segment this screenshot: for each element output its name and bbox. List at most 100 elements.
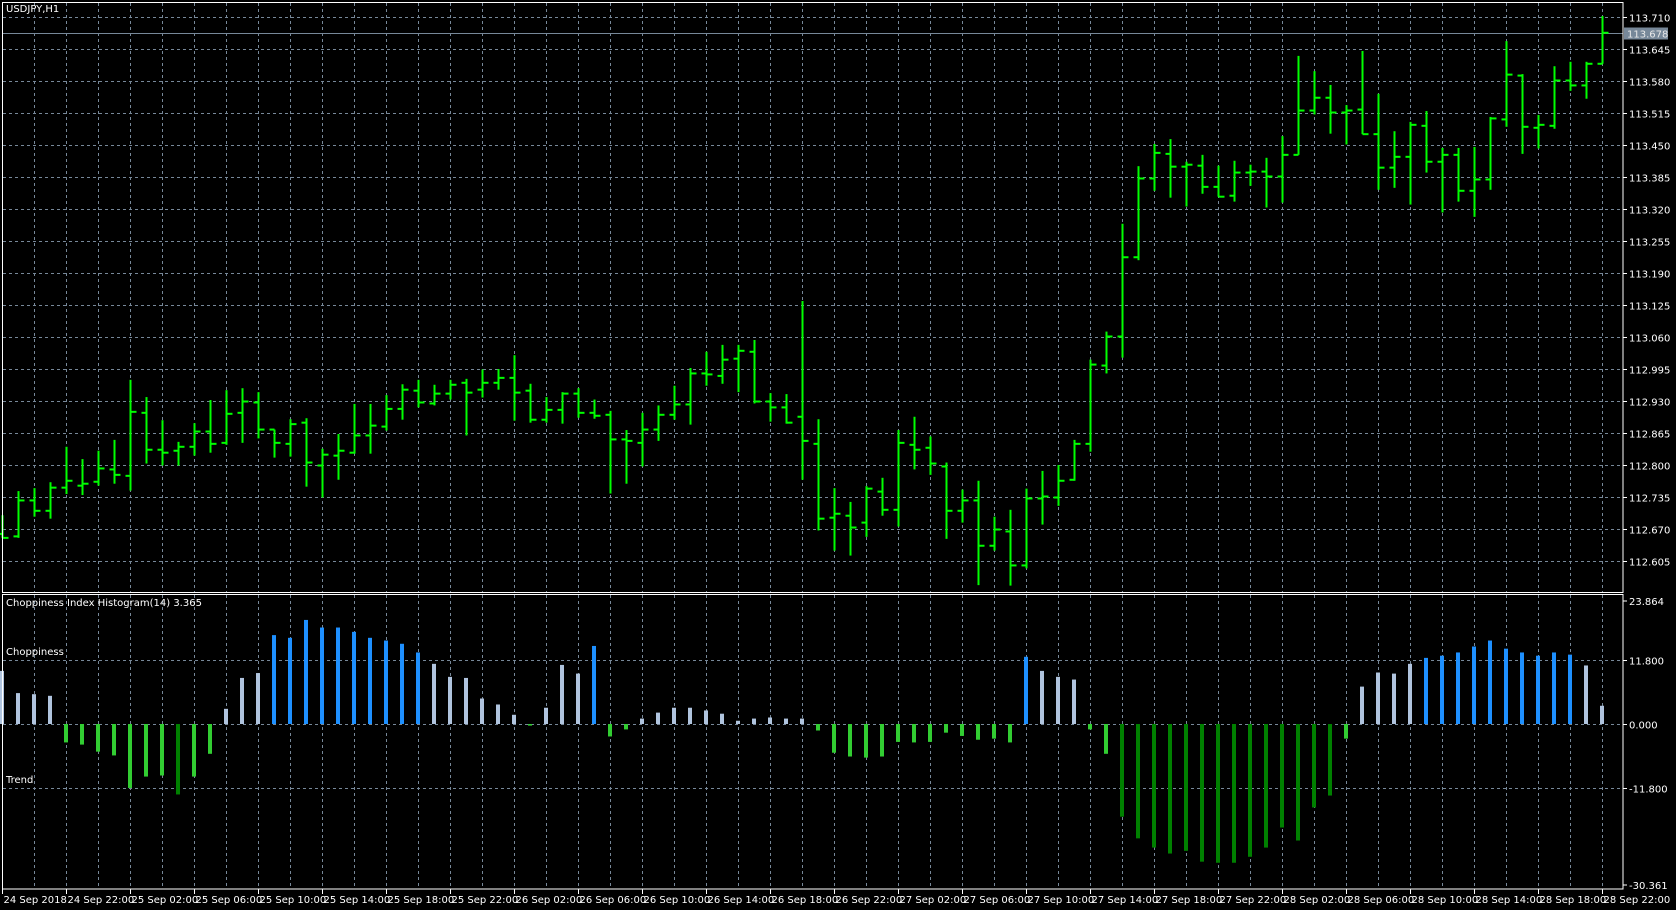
time-axis-label: 26 Sep 10:00 xyxy=(644,895,711,906)
ohlc-bar xyxy=(29,488,41,517)
axes: 113.710 113.645 113.580 113.515 113.450 113.3… xyxy=(2,2,1671,906)
ohlc-bar xyxy=(1341,105,1353,145)
ohlc-bar xyxy=(1357,50,1369,136)
ohlc-bar xyxy=(173,441,185,466)
histogram-bar xyxy=(1104,724,1108,754)
ohlc-bar xyxy=(1549,66,1561,129)
histogram-bar xyxy=(384,640,388,724)
histogram-bar xyxy=(496,704,500,724)
ohlc-bar xyxy=(189,423,201,456)
time-axis-label: 25 Sep 10:00 xyxy=(260,895,327,906)
ohlc-bar xyxy=(1037,470,1049,525)
histogram-bar xyxy=(560,664,564,724)
time-axis-label: 27 Sep 10:00 xyxy=(1028,895,1095,906)
ohlc-bar xyxy=(221,390,233,445)
price-axis-label: 112.930 xyxy=(1629,398,1670,409)
histogram-bar xyxy=(320,627,324,724)
ohlc-bar xyxy=(765,393,777,422)
ohlc-bar xyxy=(109,439,121,484)
ohlc-bar xyxy=(733,344,745,393)
histogram-bar xyxy=(256,673,260,724)
histogram-bar xyxy=(1568,654,1572,724)
histogram-bar xyxy=(432,663,436,724)
histogram-bar xyxy=(1472,646,1476,724)
ohlc-bar xyxy=(605,410,617,494)
histogram-bar xyxy=(352,631,356,724)
histogram-bar xyxy=(160,724,164,776)
ohlc-bar xyxy=(1149,144,1161,191)
time-axis-label: 28 Sep 02:00 xyxy=(1284,895,1351,906)
ohlc-bar xyxy=(1229,160,1241,202)
histogram-bar xyxy=(688,707,692,724)
histogram-bar xyxy=(32,694,36,724)
histogram-bar xyxy=(864,724,868,758)
histogram-bar xyxy=(1600,705,1604,724)
histogram-bar xyxy=(896,724,900,742)
histogram-bar xyxy=(656,712,660,724)
histogram-bar xyxy=(416,652,420,724)
price-axis-label: 113.060 xyxy=(1629,334,1670,345)
histogram-bar xyxy=(880,724,884,757)
ohlc-bar xyxy=(797,301,809,480)
price-axis-label: 113.645 xyxy=(1629,46,1670,57)
ohlc-bar xyxy=(1437,147,1449,213)
indicator-axis-label: -11.800 xyxy=(1629,785,1668,796)
time-axis-label: 28 Sep 06:00 xyxy=(1348,895,1415,906)
histogram-bar xyxy=(576,673,580,724)
histogram-bar xyxy=(1552,652,1556,724)
histogram-bar xyxy=(816,724,820,731)
ohlc-bar xyxy=(1565,61,1577,91)
main-panel-frame xyxy=(2,2,1624,593)
ohlc-bar xyxy=(253,392,265,439)
ohlc-bar xyxy=(445,379,457,400)
histogram-bar xyxy=(800,718,804,724)
ohlc-bar xyxy=(717,344,729,384)
histogram-bar xyxy=(624,724,628,730)
ohlc-bar xyxy=(1325,84,1337,134)
histogram-bar xyxy=(64,724,68,743)
histogram-bar xyxy=(1536,655,1540,724)
time-axis-label: 26 Sep 14:00 xyxy=(708,895,775,906)
ohlc-bar xyxy=(1517,74,1529,154)
price-axis-label: 112.800 xyxy=(1629,462,1670,473)
time-axis-label: 26 Sep 22:00 xyxy=(836,895,903,906)
time-axis-label: 28 Sep 14:00 xyxy=(1476,895,1543,906)
histogram-bar xyxy=(1360,686,1364,724)
trading-chart[interactable]: 113.710 113.645 113.580 113.515 113.450 113.3… xyxy=(0,0,1676,910)
ohlc-bar xyxy=(957,489,969,523)
time-axis-label: 28 Sep 10:00 xyxy=(1412,895,1479,906)
ohlc-bar xyxy=(1261,157,1273,208)
ohlc-bar xyxy=(1469,146,1481,217)
histogram-bar xyxy=(400,643,404,724)
histogram-bar xyxy=(448,676,452,724)
indicator-name: Choppiness Index Histogram(14) xyxy=(6,598,171,609)
ohlc-bar xyxy=(125,379,137,491)
histogram-bar xyxy=(1296,724,1300,841)
ohlc-bar xyxy=(93,450,105,486)
histogram-bar xyxy=(704,710,708,724)
time-axis-label: 27 Sep 06:00 xyxy=(964,895,1031,906)
level-label-trend: Trend xyxy=(6,775,34,786)
ohlc-bar xyxy=(13,491,25,538)
ohlc-bar xyxy=(461,378,473,436)
histogram-bar xyxy=(1120,724,1124,817)
ohlc-bar xyxy=(877,477,889,516)
ohlc-bar xyxy=(429,384,441,406)
ohlc-bar xyxy=(1181,161,1193,207)
histogram-bar xyxy=(80,724,84,745)
histogram-bar xyxy=(192,724,196,777)
histogram-bar xyxy=(144,724,148,777)
ohlc-bar xyxy=(1485,116,1497,190)
histogram-bar xyxy=(512,714,516,724)
time-axis-label: 24 Sep 22:00 xyxy=(68,895,135,906)
ohlc-bar xyxy=(813,419,825,531)
ohlc-bar xyxy=(1021,488,1033,569)
histogram-bar xyxy=(1520,652,1524,724)
histogram-bar xyxy=(176,724,180,795)
histogram-bar xyxy=(1504,648,1508,724)
ohlc-bar xyxy=(317,448,329,498)
ohlc-bar xyxy=(893,430,905,527)
time-axis-label: 28 Sep 22:00 xyxy=(1604,895,1671,906)
histogram-bar xyxy=(1072,679,1076,724)
time-axis-label: 25 Sep 14:00 xyxy=(324,895,391,906)
